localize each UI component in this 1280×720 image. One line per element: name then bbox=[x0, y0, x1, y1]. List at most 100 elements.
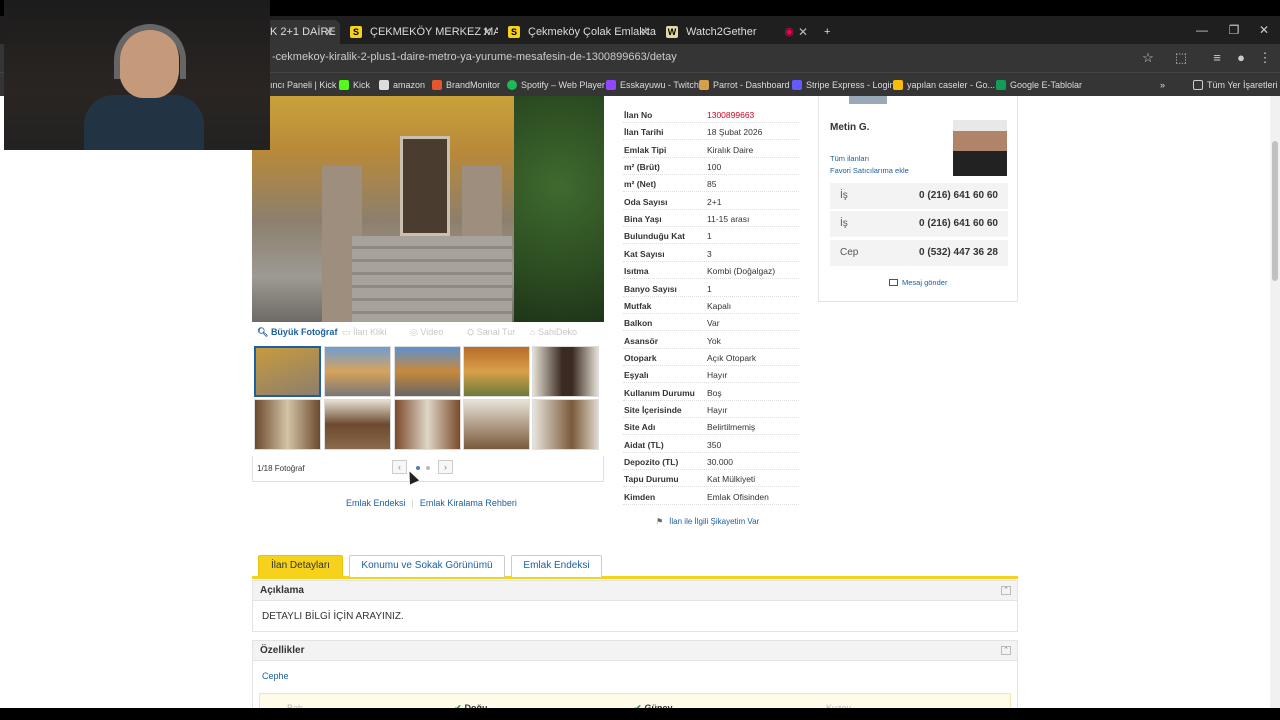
detail-key: Balkon bbox=[624, 318, 653, 329]
recording-icon: ◉ bbox=[784, 26, 794, 38]
add-favorite-seller-link[interactable]: Favori Satıcılarıma ekle bbox=[830, 166, 909, 175]
photo-door bbox=[400, 136, 450, 236]
close-icon[interactable]: ✕ bbox=[482, 20, 492, 44]
phone-row[interactable]: İş 0 (216) 641 60 60 bbox=[830, 211, 1008, 237]
detail-value: Kiralık Daire bbox=[707, 144, 754, 155]
new-tab-button[interactable]: + bbox=[814, 20, 844, 44]
photo-steps bbox=[352, 236, 512, 322]
webcam-overlay bbox=[4, 0, 270, 150]
thumbnail[interactable] bbox=[254, 346, 321, 397]
virtual-tour-button[interactable]: ⛭ Sanal Tur bbox=[467, 327, 515, 338]
star-icon[interactable]: ☆ bbox=[1139, 49, 1157, 67]
maximize-icon[interactable]: ❐ bbox=[1218, 16, 1250, 44]
tab-listing-details[interactable]: İlan Detayları bbox=[258, 555, 343, 577]
description-title: Açıklama bbox=[260, 585, 304, 596]
browser-tab-active[interactable]: K 2+1 DAİRE ✕ bbox=[266, 20, 340, 44]
thumbnail[interactable] bbox=[324, 346, 391, 397]
more-bookmarks-icon[interactable]: » bbox=[1160, 77, 1165, 93]
profile-avatar-icon[interactable]: ● bbox=[1232, 49, 1250, 67]
bookmark-item[interactable]: Kick bbox=[339, 77, 370, 93]
browser-tab-4[interactable]: W Watch2Gether ◉ ✕ bbox=[656, 20, 814, 44]
main-photo[interactable] bbox=[252, 96, 604, 322]
detail-row: m² (Net) 85 bbox=[623, 175, 799, 193]
features-header[interactable]: Özellikler ⌃ bbox=[253, 641, 1017, 661]
tour-icon: ⛭ bbox=[467, 327, 477, 337]
detail-value: 1 bbox=[707, 283, 712, 294]
close-icon[interactable]: ✕ bbox=[798, 20, 808, 44]
detail-key: Kat Sayısı bbox=[624, 248, 665, 259]
thumbnail[interactable] bbox=[463, 399, 530, 450]
large-photo-button[interactable]: 🔍︎ Büyük Fotoğraf bbox=[257, 327, 337, 338]
tab-title: Çekmeköy Çolak Emlak'tan kira bbox=[528, 26, 656, 38]
features-title: Özellikler bbox=[260, 645, 305, 656]
browser-tab-2[interactable]: S ÇEKMEKÖY MERKEZ MAHALLE ✕ bbox=[340, 20, 498, 44]
bookmark-item[interactable]: Google E-Tablolar bbox=[996, 77, 1082, 93]
seller-box: Metin G. Tüm ilanları Favori Satıcılarım… bbox=[818, 96, 1018, 302]
agency-logo bbox=[849, 96, 887, 104]
sahibinden-icon: S bbox=[508, 26, 520, 38]
twitch-icon bbox=[606, 80, 616, 90]
all-bookmarks[interactable]: Tüm Yer İşaretleri bbox=[1193, 77, 1278, 93]
detail-row: Site İçerisinde Hayır bbox=[623, 401, 799, 418]
extensions-icon[interactable]: ⬚ bbox=[1172, 49, 1190, 67]
minimize-icon[interactable]: — bbox=[1186, 16, 1218, 44]
complaint-link[interactable]: ⚑ İlan ile İlgili Şikayetim Var bbox=[656, 517, 759, 526]
detail-key: Kimden bbox=[624, 491, 656, 502]
detail-value: 30.000 bbox=[707, 457, 733, 467]
close-window-icon[interactable]: ✕ bbox=[1248, 16, 1280, 44]
thumbnail[interactable] bbox=[254, 399, 321, 450]
bookmark-item[interactable]: Esskayuwu - Twitch bbox=[606, 77, 699, 93]
close-icon[interactable]: ✕ bbox=[324, 20, 334, 44]
thumbnail[interactable] bbox=[532, 346, 599, 397]
tool-label: Video bbox=[420, 327, 444, 337]
thumbnail[interactable] bbox=[532, 399, 599, 450]
menu-icon[interactable]: ⋮ bbox=[1256, 49, 1274, 67]
page-dot[interactable] bbox=[416, 466, 420, 470]
scrollbar-thumb[interactable] bbox=[1272, 141, 1278, 281]
tab-location-street-view[interactable]: Konumu ve Sokak Görünümü bbox=[349, 555, 505, 577]
detail-key: Oda Sayısı bbox=[624, 196, 668, 207]
detail-key: Bina Yaşı bbox=[624, 214, 662, 225]
emlak-endeksi-link[interactable]: Emlak Endeksi bbox=[346, 498, 406, 508]
thumbnail[interactable] bbox=[463, 346, 530, 397]
detail-value: 350 bbox=[707, 439, 722, 450]
video-button[interactable]: ◎ Video bbox=[410, 327, 443, 338]
detail-row: m² (Brüt) 100 bbox=[623, 158, 799, 176]
page-scrollbar[interactable] bbox=[1270, 96, 1280, 708]
tab-emlak-endeksi[interactable]: Emlak Endeksi bbox=[511, 555, 602, 577]
close-icon[interactable]: ✕ bbox=[640, 20, 650, 44]
sahideko-button[interactable]: ⌂ SahiDeko bbox=[530, 327, 577, 337]
media-icon[interactable]: ≡ bbox=[1208, 49, 1226, 67]
detail-key: Otopark bbox=[624, 352, 657, 363]
phone-row[interactable]: Cep 0 (532) 447 36 28 bbox=[830, 240, 1008, 266]
detail-key: m² (Brüt) bbox=[624, 162, 660, 173]
detail-value: 100 bbox=[707, 162, 722, 173]
thumbnail[interactable] bbox=[394, 399, 461, 450]
send-message-link[interactable]: Mesaj gönder bbox=[889, 278, 947, 287]
prev-photo-button[interactable]: ‹ bbox=[392, 460, 407, 474]
browser-tab-3[interactable]: S Çekmeköy Çolak Emlak'tan kira ✕ bbox=[498, 20, 656, 44]
page-dot[interactable] bbox=[426, 466, 430, 470]
rental-guide-link[interactable]: Emlak Kiralama Rehberi bbox=[420, 498, 517, 508]
ad-click-button[interactable]: ▭ İlan Kliki bbox=[342, 327, 387, 338]
thumbnail[interactable] bbox=[324, 399, 391, 450]
phone-number: 0 (216) 641 60 60 bbox=[919, 190, 998, 201]
detail-row: Bina Yaşı 11-15 arası bbox=[623, 210, 799, 228]
collapse-icon[interactable]: ⌃ bbox=[1001, 646, 1011, 655]
url-text[interactable]: -cekmekoy-kiralik-2-plus1-daire-metro-ya… bbox=[272, 51, 677, 63]
collapse-icon[interactable]: ⌃ bbox=[1001, 586, 1011, 595]
bookmark-item[interactable]: yapılan caseler - Go... bbox=[893, 77, 995, 93]
bookmark-item[interactable]: Spotify – Web Player bbox=[507, 77, 605, 93]
thumbnail[interactable] bbox=[394, 346, 461, 397]
all-ads-link[interactable]: Tüm ilanları bbox=[830, 154, 869, 163]
spotify-icon bbox=[507, 80, 517, 90]
headphones-icon bbox=[114, 24, 186, 79]
next-photo-button[interactable]: › bbox=[438, 460, 453, 474]
description-header[interactable]: Açıklama ⌃ bbox=[253, 581, 1017, 601]
bookmark-label: BrandMonitor bbox=[446, 80, 501, 90]
bookmark-item[interactable]: Parrot - Dashboard bbox=[699, 77, 790, 93]
bookmark-item[interactable]: Stripe Express - Login bbox=[792, 77, 895, 93]
bookmark-item[interactable]: amazon bbox=[379, 77, 425, 93]
phone-row[interactable]: İş 0 (216) 641 60 60 bbox=[830, 183, 1008, 209]
bookmark-item[interactable]: BrandMonitor bbox=[432, 77, 500, 93]
